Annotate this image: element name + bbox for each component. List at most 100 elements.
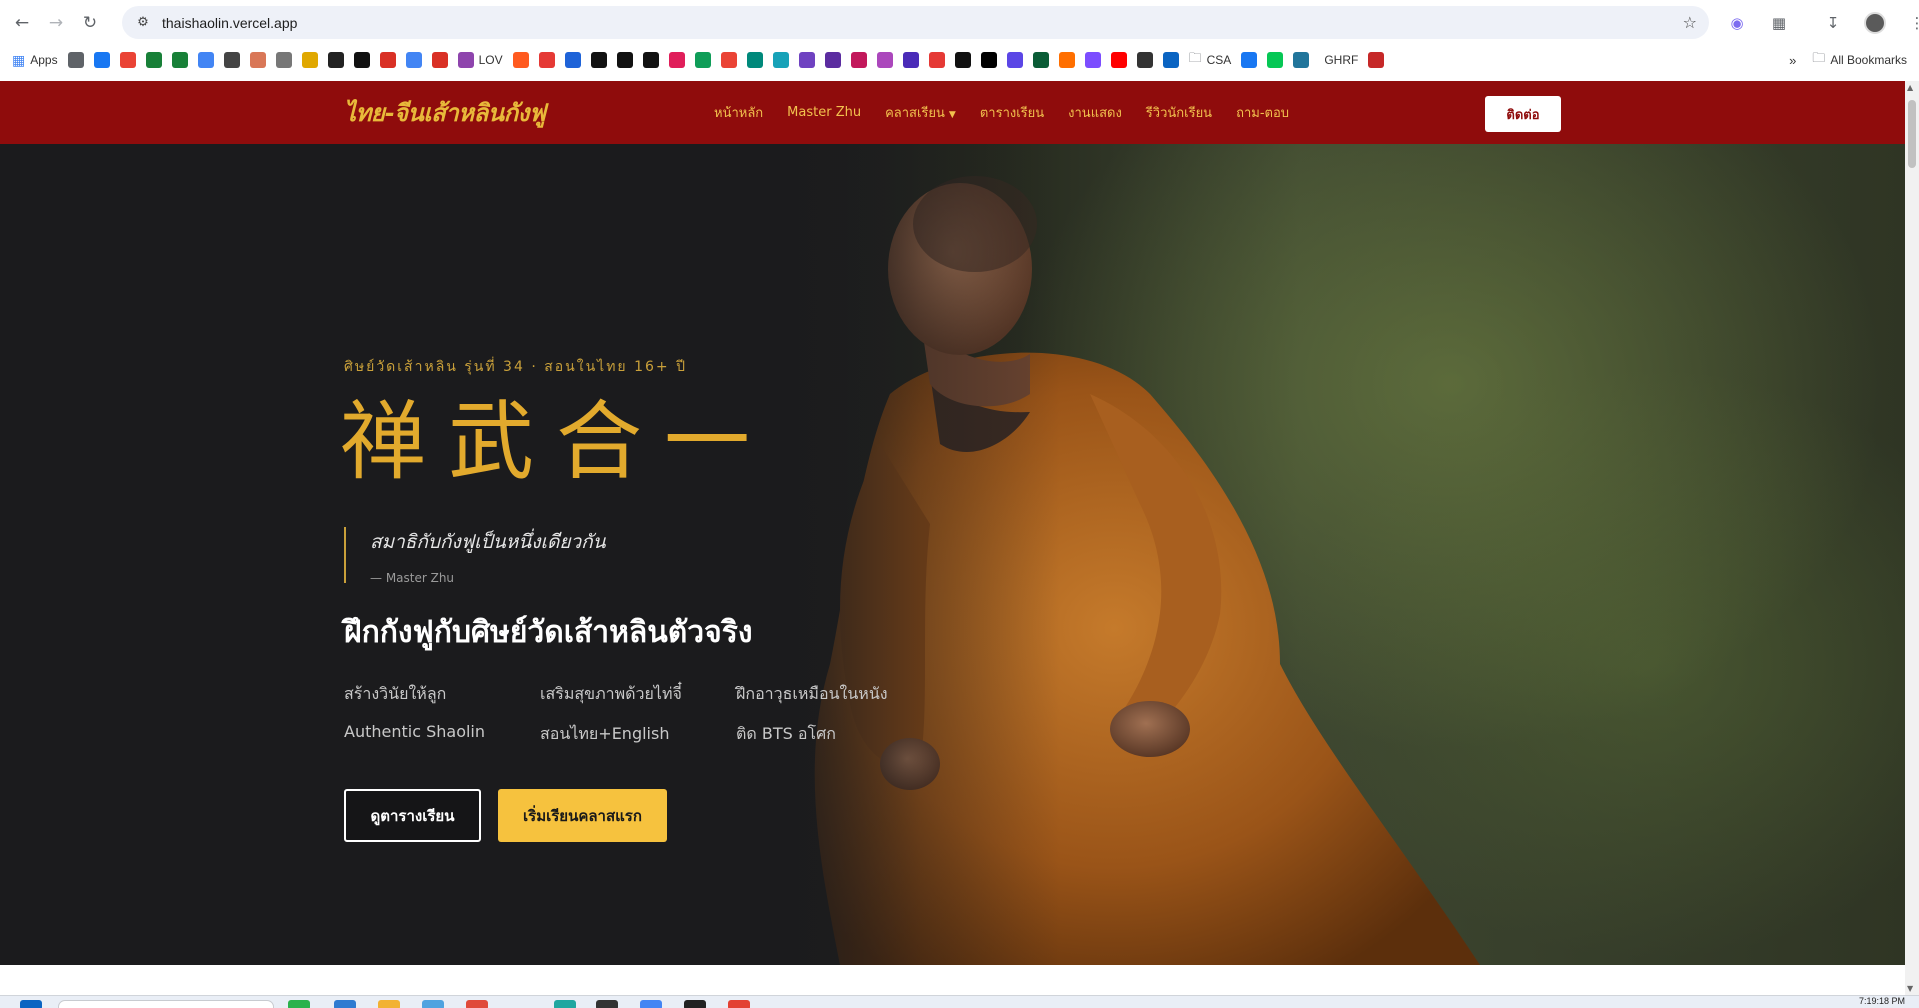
bookmark-terminal[interactable] — [1032, 52, 1049, 68]
bookmark-play-circle[interactable] — [590, 52, 607, 68]
bookmark-github[interactable] — [616, 52, 633, 68]
downloads-icon[interactable]: ↧ — [1816, 8, 1850, 38]
page-scrollbar[interactable]: ▲ ▼ — [1905, 81, 1919, 995]
nav-reviews[interactable]: รีวิวนักเรียน — [1146, 102, 1212, 123]
bookmark-facebook[interactable] — [93, 52, 110, 68]
contact-button[interactable]: ติดต่อ — [1485, 96, 1561, 132]
start-first-class-button[interactable]: เริ่มเรียนคลาสแรก — [498, 789, 667, 842]
view-schedule-button[interactable]: ดูตารางเรียน — [344, 789, 481, 842]
bookmark-a[interactable] — [1058, 52, 1075, 68]
feature-item: สอนไทย+English — [540, 724, 670, 743]
csa-label: CSA — [1206, 53, 1232, 67]
forward-icon[interactable]: → — [39, 6, 73, 40]
site-logo[interactable]: ไทย-จีนเส้าหลินกังฟู — [344, 93, 546, 132]
bookmark-bag[interactable] — [1136, 52, 1153, 68]
bookmark-hub[interactable] — [902, 52, 919, 68]
bookmark-ghrf[interactable]: GHRF — [1319, 53, 1358, 67]
bookmark-dr[interactable] — [564, 52, 581, 68]
bookmark-drive[interactable] — [694, 52, 711, 68]
site-info-icon[interactable]: ⚙ — [130, 15, 156, 30]
bookmark-circle[interactable] — [327, 52, 344, 68]
scroll-up-icon[interactable]: ▲ — [1907, 83, 1913, 92]
taskbar-app-icon[interactable] — [288, 1000, 310, 1008]
bookmark-gmail[interactable] — [720, 52, 737, 68]
bookmark-frame[interactable] — [772, 52, 789, 68]
all-bookmarks[interactable]: 🗀 All Bookmarks — [1812, 49, 1907, 71]
start-icon[interactable] — [20, 1000, 42, 1008]
bookmark-bolt[interactable] — [512, 52, 529, 68]
triangle-icon — [824, 52, 841, 68]
bookmark-gemini[interactable] — [197, 52, 214, 68]
bookmark-play[interactable] — [379, 52, 396, 68]
bookmark-openai[interactable] — [223, 52, 240, 68]
chrome-icon[interactable] — [728, 1000, 750, 1008]
taskbar-app-icon[interactable] — [334, 1000, 356, 1008]
youtube-icon — [1110, 52, 1127, 68]
nav-faq[interactable]: ถาม-ตอบ — [1236, 102, 1289, 123]
nav-performances[interactable]: งานแสดง — [1068, 102, 1122, 123]
reload-icon[interactable]: ↻ — [73, 6, 107, 40]
bookmark-triangle[interactable] — [824, 52, 841, 68]
gemini-icon — [197, 52, 214, 68]
chart-icon — [954, 52, 971, 68]
bookmark-music[interactable] — [538, 52, 555, 68]
bookmark-calendar[interactable] — [405, 52, 422, 68]
bookmark-coin[interactable] — [301, 52, 318, 68]
bookmark-grid[interactable] — [67, 52, 84, 68]
nav-schedule[interactable]: ตารางเรียน — [980, 102, 1044, 123]
bookmark-apps[interactable]: ▦ Apps — [12, 52, 58, 69]
taskbar-app-icon[interactable] — [684, 1000, 706, 1008]
bookmark-facebook[interactable] — [1241, 52, 1258, 68]
bookmark-slack[interactable] — [668, 52, 685, 68]
menu-icon[interactable]: ⋮ — [1900, 8, 1919, 38]
bookmark-line[interactable] — [1267, 52, 1284, 68]
bookmark-feather[interactable] — [275, 52, 292, 68]
scroll-thumb[interactable] — [1908, 100, 1916, 168]
bookmark-star-icon[interactable]: ☆ — [1683, 13, 1697, 32]
bookmark-shield[interactable] — [1368, 52, 1385, 68]
bookmark-screen[interactable] — [928, 52, 945, 68]
lov-icon — [457, 52, 474, 68]
taskbar-app-icon[interactable] — [596, 1000, 618, 1008]
terminal-icon — [1032, 52, 1049, 68]
folder-icon[interactable] — [378, 1000, 400, 1008]
bookmark-link[interactable] — [876, 52, 893, 68]
bookmark-vercel[interactable] — [980, 52, 997, 68]
taskbar-app-icon[interactable] — [640, 1000, 662, 1008]
bookmark-chart[interactable] — [954, 52, 971, 68]
bookmark-outlook[interactable] — [1162, 52, 1179, 68]
bookmark-paint[interactable] — [850, 52, 867, 68]
bookmark-github[interactable] — [642, 52, 659, 68]
profile-avatar[interactable] — [1858, 8, 1892, 38]
bookmark-sheets[interactable] — [145, 52, 162, 68]
bookmark-gmail[interactable] — [119, 52, 136, 68]
extensions-icon[interactable]: ▦ — [1762, 8, 1796, 38]
taskbar-app-icon[interactable] — [554, 1000, 576, 1008]
url-text[interactable]: thaishaolin.vercel.app — [162, 15, 297, 31]
bookmark-lov[interactable]: LOV — [457, 52, 503, 68]
nav-master-zhu[interactable]: Master Zhu — [787, 105, 861, 120]
bookmark-csa[interactable]: 🗀 CSA — [1189, 49, 1232, 71]
outlook-icon — [1162, 52, 1179, 68]
bookmark-youtube[interactable] — [1110, 52, 1127, 68]
a-icon — [1058, 52, 1075, 68]
taskbar-app-icon[interactable] — [466, 1000, 488, 1008]
bookmark-wordpress[interactable] — [1293, 52, 1310, 68]
bookmark-chat-bubble[interactable] — [1006, 52, 1023, 68]
taskbar-search[interactable] — [58, 1000, 274, 1008]
bookmark-camera[interactable] — [798, 52, 815, 68]
nav-home[interactable]: หน้าหลัก — [714, 102, 763, 123]
bookmark-notion[interactable] — [353, 52, 370, 68]
bookmark-chat[interactable] — [746, 52, 763, 68]
cast-icon[interactable]: ◉ — [1720, 8, 1754, 38]
taskbar-app-icon[interactable] — [422, 1000, 444, 1008]
scroll-down-icon[interactable]: ▼ — [1907, 984, 1913, 993]
back-icon[interactable]: ← — [5, 6, 39, 40]
nav-classes[interactable]: คลาสเรียน ▼ — [885, 102, 956, 123]
address-bar[interactable]: ⚙ thaishaolin.vercel.app ☆ — [122, 6, 1709, 39]
bookmark-gem[interactable] — [1084, 52, 1101, 68]
bookmark-sheets[interactable] — [171, 52, 188, 68]
more-bookmarks-chevron-icon[interactable]: » — [1789, 53, 1796, 68]
bookmark-claude[interactable] — [249, 52, 266, 68]
bookmark-badge[interactable] — [431, 52, 448, 68]
